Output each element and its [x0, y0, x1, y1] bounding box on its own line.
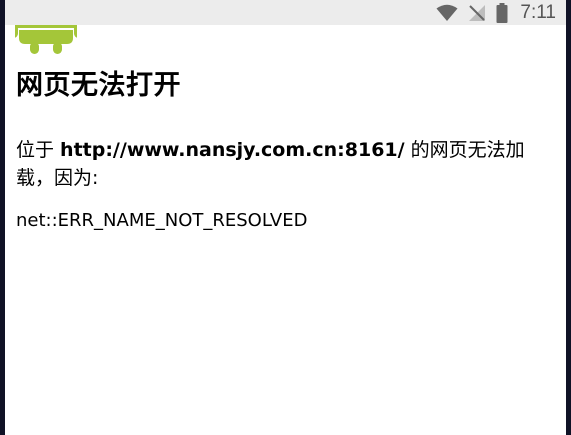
wifi-icon — [436, 4, 458, 22]
error-code: net::ERR_NAME_NOT_RESOLVED — [16, 210, 308, 231]
error-description: 位于 http://www.nansjy.com.cn:8161/ 的网页无法加… — [16, 136, 546, 192]
failed-url: http://www.nansjy.com.cn:8161/ — [60, 139, 405, 161]
status-bar: 7:11 — [5, 0, 566, 25]
description-prefix: 位于 — [16, 139, 61, 161]
browser-screen: 7:11 网页无法打开 位于 http://www.nansjy.com.cn:… — [5, 0, 566, 435]
page-title: 网页无法打开 — [16, 70, 181, 101]
no-signal-icon — [468, 4, 486, 22]
battery-icon — [496, 2, 508, 23]
error-content: 网页无法打开 位于 http://www.nansjy.com.cn:8161/… — [16, 64, 546, 235]
status-time: 7:11 — [520, 2, 556, 23]
status-icons: 7:11 — [436, 0, 556, 25]
